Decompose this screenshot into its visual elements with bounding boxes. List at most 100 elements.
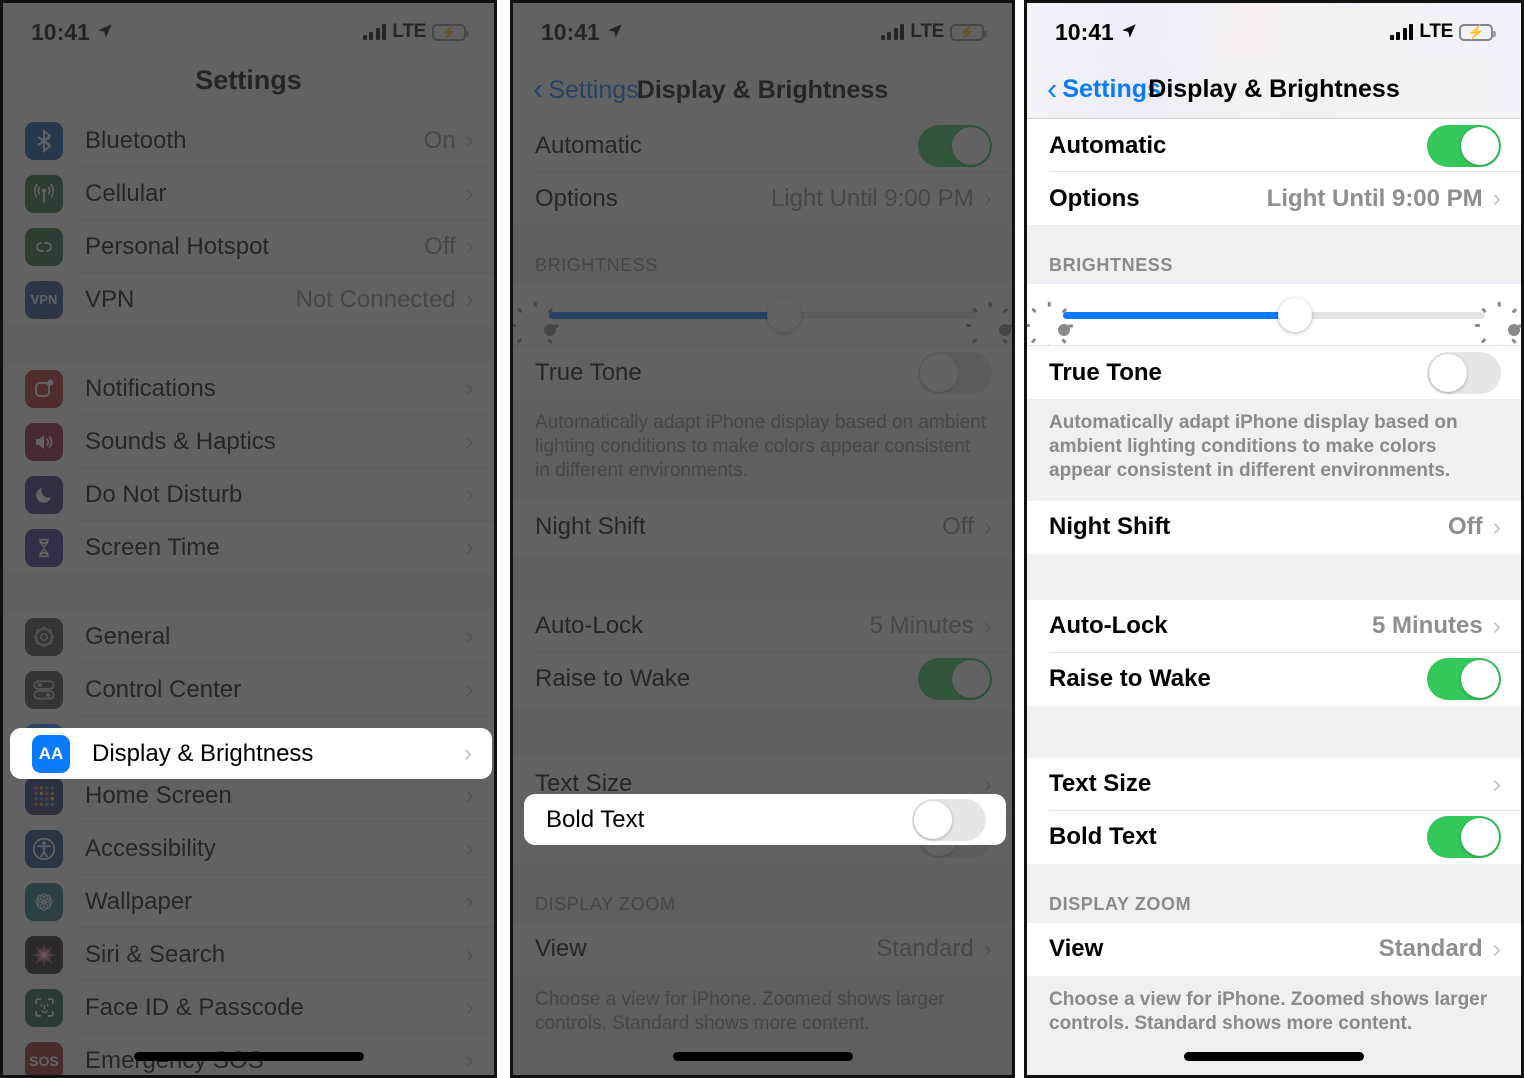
panel-display-brightness-bold-off: 10:41 LTE ⚡ ‹ Settings Display & Brightn…: [510, 0, 1015, 1078]
brightness-slider-row[interactable]: [1027, 284, 1521, 350]
slider-thumb[interactable]: [1278, 298, 1313, 332]
brightness-slider-row[interactable]: [513, 284, 1012, 350]
row-value: Off: [1448, 513, 1483, 541]
row-night-shift[interactable]: Night Shift Off ›: [513, 500, 1012, 554]
home-indicator: [672, 1052, 853, 1061]
display-zoom-group: View Standard ›: [513, 922, 1012, 976]
location-arrow-icon: [96, 19, 114, 46]
row-auto-lock[interactable]: Auto-Lock 5 Minutes ›: [1027, 599, 1521, 653]
status-bar-right: LTE ⚡: [362, 21, 469, 43]
highlight-display-brightness[interactable]: AA Display & Brightness ›: [10, 728, 492, 779]
list-item[interactable]: Notifications ›: [3, 362, 494, 415]
cellular-icon: [25, 174, 63, 213]
list-item-label: Wallpaper: [85, 887, 193, 915]
chevron-right-icon: ›: [465, 374, 474, 402]
chevron-right-icon: ›: [465, 126, 474, 154]
list-item[interactable]: VPN VPN Not Connected ›: [3, 273, 494, 326]
home-indicator: [1184, 1052, 1364, 1061]
slider-thumb[interactable]: [766, 298, 801, 332]
lock-group: Auto-Lock 5 Minutes › Raise to Wake: [1027, 599, 1521, 706]
back-button-settings[interactable]: ‹ Settings: [1047, 73, 1161, 104]
row-label: Bold Text: [1049, 823, 1157, 851]
list-item[interactable]: Siri & Search ›: [3, 928, 494, 981]
row-label: Night Shift: [535, 513, 646, 541]
row-bold-text[interactable]: Bold Text: [1027, 810, 1521, 864]
bold-text-toggle[interactable]: [1427, 816, 1501, 859]
raise-to-wake-toggle[interactable]: [918, 658, 992, 701]
status-bar: 10:41 LTE ⚡: [1027, 3, 1521, 61]
true-tone-footnote: Automatically adapt iPhone display based…: [513, 399, 1012, 501]
row-true-tone[interactable]: True Tone: [1027, 346, 1521, 399]
row-options[interactable]: Options Light Until 9:00 PM ›: [513, 172, 1012, 225]
status-bar: 10:41 LTE ⚡: [3, 3, 494, 61]
row-view[interactable]: View Standard ›: [513, 922, 1012, 976]
highlight-bold-text[interactable]: Bold Text: [524, 794, 1006, 845]
list-item[interactable]: Bluetooth On ›: [3, 114, 494, 167]
list-item[interactable]: Control Center ›: [3, 663, 494, 716]
list-group-gap: [3, 326, 494, 362]
row-label: Automatic: [1049, 131, 1167, 159]
row-night-shift[interactable]: Night Shift Off ›: [1027, 500, 1521, 554]
chevron-right-icon: ›: [465, 993, 474, 1021]
row-true-tone[interactable]: True Tone: [513, 346, 1012, 399]
chevron-right-icon: ›: [465, 533, 474, 561]
siri-icon: [25, 935, 63, 974]
row-view[interactable]: View Standard ›: [1027, 922, 1521, 976]
row-automatic[interactable]: Automatic: [1027, 119, 1521, 172]
list-item[interactable]: Cellular ›: [3, 167, 494, 220]
list-item[interactable]: Do Not Disturb ›: [3, 468, 494, 521]
bold-text-toggle[interactable]: [912, 798, 986, 841]
row-label: View: [1049, 935, 1104, 963]
cellular-bars-icon: [1389, 24, 1414, 40]
row-raise-to-wake[interactable]: Raise to Wake: [513, 652, 1012, 706]
row-options[interactable]: Options Light Until 9:00 PM ›: [1027, 172, 1521, 225]
brightness-slider[interactable]: [549, 298, 976, 332]
row-automatic[interactable]: Automatic: [513, 119, 1012, 172]
section-header-brightness: BRIGHTNESS: [513, 225, 1012, 284]
row-text-size[interactable]: Text Size ›: [1027, 757, 1521, 811]
list-item[interactable]: Accessibility ›: [3, 822, 494, 875]
list-item[interactable]: Face ID & Passcode ›: [3, 981, 494, 1034]
chevron-right-icon: ›: [465, 427, 474, 455]
sos-icon: SOS: [25, 1041, 63, 1075]
row-raise-to-wake[interactable]: Raise to Wake: [1027, 652, 1521, 706]
true-tone-toggle[interactable]: [918, 351, 992, 394]
automatic-toggle[interactable]: [1427, 124, 1501, 167]
battery-charging-icon: ⚡: [950, 23, 987, 41]
home-screen-icon: [25, 776, 63, 815]
status-bar-left: 10:41: [1055, 19, 1138, 46]
list-item-label: Personal Hotspot: [85, 232, 270, 260]
hotspot-icon: [25, 227, 63, 266]
display-settings-body: Automatic Options Light Until 9:00 PM › BRIG…: [1027, 119, 1521, 1075]
raise-to-wake-toggle[interactable]: [1427, 658, 1501, 701]
chevron-right-icon: ›: [983, 934, 992, 963]
home-indicator: [133, 1052, 364, 1061]
list-item-label: Screen Time: [85, 533, 220, 561]
chevron-right-icon: ›: [1492, 611, 1501, 640]
list-item[interactable]: Personal Hotspot Off ›: [3, 220, 494, 273]
panel-display-brightness-bold-on: 10:41 LTE ⚡ ‹ Settings Display & Brightn…: [1024, 0, 1524, 1078]
true-tone-toggle[interactable]: [1427, 351, 1501, 394]
row-label: True Tone: [1049, 358, 1162, 386]
face-id-icon: [25, 988, 63, 1027]
status-bar: 10:41 LTE ⚡: [513, 3, 1012, 61]
list-item[interactable]: Wallpaper ›: [3, 875, 494, 928]
brightness-slider[interactable]: [1063, 298, 1485, 332]
section-header-brightness: BRIGHTNESS: [1027, 225, 1521, 284]
true-tone-footnote: Automatically adapt iPhone display based…: [1027, 399, 1521, 501]
list-item[interactable]: Sounds & Haptics ›: [3, 415, 494, 468]
automatic-toggle[interactable]: [918, 124, 992, 167]
back-button-settings[interactable]: ‹ Settings: [533, 73, 639, 105]
list-item[interactable]: Screen Time ›: [3, 521, 494, 574]
group-gap: [513, 553, 1012, 600]
moon-icon: [25, 475, 63, 514]
chevron-right-icon: ›: [465, 940, 474, 968]
back-button-label: Settings: [1062, 75, 1161, 103]
three-panel-screenshot: 10:41 LTE ⚡ Settings Bluetooth On › Cellula…: [0, 0, 1524, 1078]
list-item-label: Home Screen: [85, 781, 232, 809]
vpn-icon: VPN: [25, 280, 63, 319]
row-label: Raise to Wake: [1049, 665, 1211, 693]
iphone-screen-settings: 10:41 LTE ⚡ Settings Bluetooth On › Cellula…: [3, 3, 494, 1075]
list-item[interactable]: General ›: [3, 610, 494, 663]
row-auto-lock[interactable]: Auto-Lock 5 Minutes ›: [513, 599, 1012, 653]
